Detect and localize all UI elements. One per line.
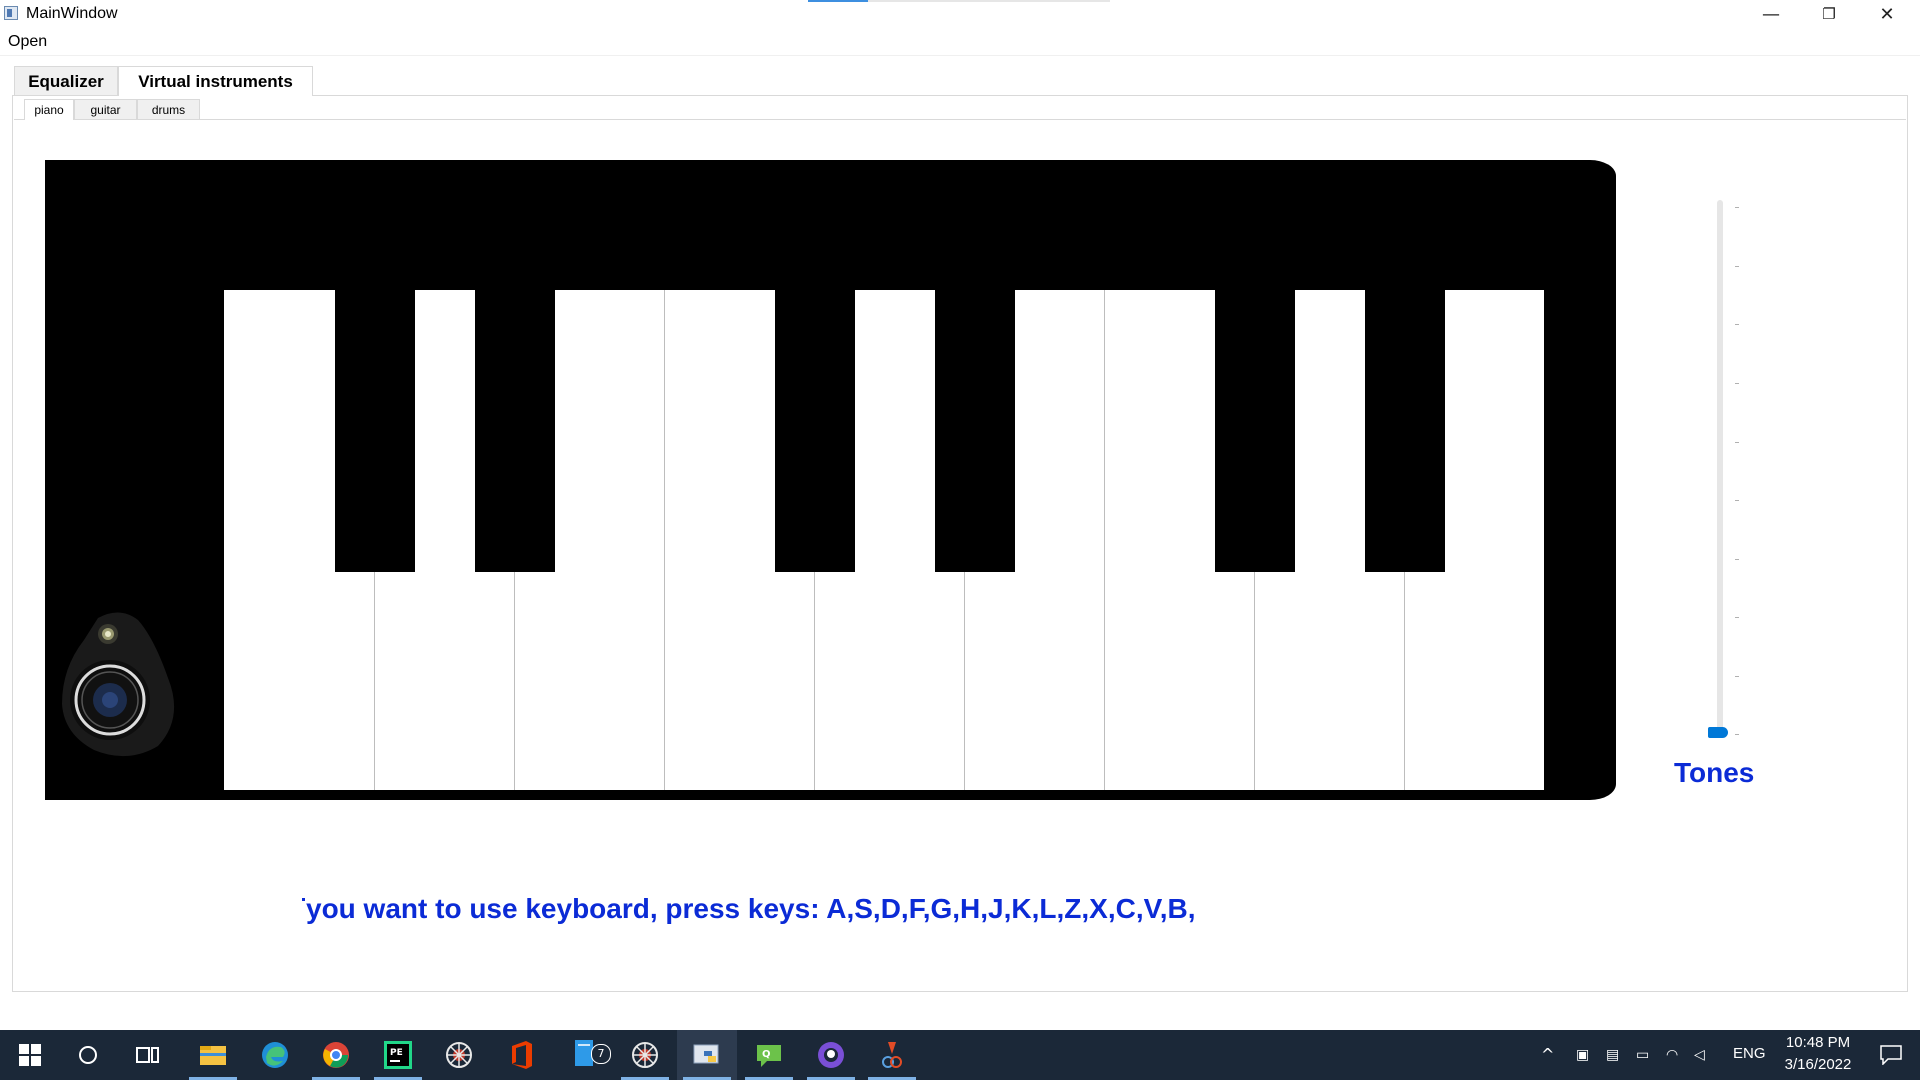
start-button[interactable] — [0, 1030, 60, 1080]
white-key[interactable] — [664, 572, 814, 790]
svg-text:Q: Q — [762, 1049, 771, 1060]
slider-tick — [1735, 442, 1739, 443]
github-icon — [818, 1042, 844, 1068]
wifi-icon[interactable]: ◠ — [1666, 1030, 1678, 1080]
white-key[interactable] — [814, 572, 964, 790]
battery-icon[interactable]: ▭ — [1636, 1030, 1649, 1080]
black-key[interactable] — [1215, 290, 1295, 572]
pycharm-icon: PE — [384, 1041, 412, 1069]
taskbar-notes-app[interactable]: 7 — [555, 1030, 615, 1080]
menu-bar — [0, 29, 1920, 56]
taskbar-office[interactable] — [492, 1030, 552, 1080]
tool-app-icon — [882, 1042, 902, 1068]
notification-center-button[interactable] — [1862, 1030, 1920, 1080]
office-icon — [512, 1041, 532, 1069]
taskbar-python[interactable] — [677, 1030, 737, 1080]
chat-app-icon: Q — [757, 1045, 781, 1067]
slider-tick — [1735, 383, 1739, 384]
tab-equalizer[interactable]: Equalizer — [14, 66, 118, 95]
taskbar-chat-app[interactable]: Q — [739, 1030, 799, 1080]
instruction-clipped-glyph — [302, 898, 305, 901]
slider-tick — [1735, 266, 1739, 267]
taskbar-file-explorer[interactable] — [183, 1030, 243, 1080]
taskbar-edge[interactable] — [245, 1030, 305, 1080]
tones-slider-handle[interactable] — [1708, 727, 1728, 738]
start-icon — [19, 1044, 41, 1066]
taskbar-chrome[interactable] — [306, 1030, 366, 1080]
slider-tick — [1735, 207, 1739, 208]
white-key[interactable] — [374, 572, 514, 790]
tray-chevron-up-icon[interactable]: ^ — [1541, 1030, 1554, 1080]
white-key[interactable] — [1104, 572, 1254, 790]
volume-icon[interactable]: ◁ — [1694, 1030, 1705, 1080]
taskbar-spider-app-2[interactable] — [615, 1030, 675, 1080]
app-window-icon — [4, 6, 18, 20]
close-icon: ✕ — [1879, 4, 1895, 25]
restore-icon: ❐ — [1822, 5, 1836, 23]
clock-date[interactable]: 3/16/2022 — [1770, 1056, 1866, 1073]
title-progress-fill — [808, 0, 868, 2]
white-key[interactable] — [224, 572, 374, 790]
black-key[interactable] — [775, 290, 855, 572]
tray-meet-icon[interactable]: ▣ — [1576, 1030, 1589, 1080]
notification-badge: 7 — [591, 1044, 611, 1064]
slider-tick — [1735, 324, 1739, 325]
black-key[interactable] — [475, 290, 555, 572]
taskbar-spider-app[interactable] — [429, 1030, 489, 1080]
tab-drums[interactable]: drums — [137, 99, 200, 119]
white-key[interactable] — [1254, 572, 1404, 790]
chrome-icon — [323, 1042, 349, 1068]
speaker-icon — [62, 612, 175, 757]
notification-icon — [1880, 1045, 1902, 1065]
tray-app-icon[interactable]: ▤ — [1606, 1030, 1619, 1080]
minimize-icon: — — [1762, 4, 1780, 25]
taskbar-github[interactable] — [801, 1030, 861, 1080]
black-key[interactable] — [1365, 290, 1445, 572]
spider-app-icon-2 — [632, 1042, 658, 1068]
black-key[interactable] — [935, 290, 1015, 572]
tab-virtual-instruments[interactable]: Virtual instruments — [118, 66, 313, 96]
task-view-button[interactable] — [118, 1030, 178, 1080]
slider-tick — [1735, 500, 1739, 501]
search-button[interactable] — [58, 1030, 118, 1080]
slider-tick — [1735, 559, 1739, 560]
menu-open[interactable]: Open — [8, 33, 47, 51]
clock-time[interactable]: 10:48 PM — [1778, 1034, 1858, 1051]
svg-text:PE: PE — [390, 1048, 403, 1058]
slider-tick — [1735, 676, 1739, 677]
python-icon — [693, 1044, 719, 1064]
tab-piano[interactable]: piano — [24, 99, 74, 120]
spider-app-icon — [446, 1042, 472, 1068]
file-explorer-icon — [200, 1046, 226, 1065]
tab-guitar[interactable]: guitar — [74, 99, 137, 119]
slider-tick — [1735, 734, 1739, 735]
window-title: MainWindow — [26, 5, 118, 22]
search-icon — [79, 1046, 97, 1064]
white-key[interactable] — [514, 572, 664, 790]
black-key[interactable] — [335, 290, 415, 572]
taskbar-pycharm[interactable]: PE — [368, 1030, 428, 1080]
white-key[interactable] — [964, 572, 1104, 790]
task-view-icon — [136, 1047, 159, 1063]
minimize-button[interactable]: — — [1742, 0, 1800, 29]
slider-tick — [1735, 617, 1739, 618]
tones-slider[interactable] — [1717, 200, 1723, 738]
taskbar-tool-app[interactable] — [862, 1030, 922, 1080]
title-bar — [0, 0, 1920, 29]
tones-label: Tones — [1674, 757, 1755, 788]
close-button[interactable]: ✕ — [1858, 0, 1916, 29]
edge-icon — [262, 1042, 288, 1068]
restore-button[interactable]: ❐ — [1800, 0, 1858, 29]
white-key[interactable] — [1404, 572, 1544, 790]
keyboard-instruction: you want to use keyboard, press keys: A,… — [306, 893, 1196, 924]
language-indicator[interactable]: ENG — [1733, 1045, 1766, 1062]
